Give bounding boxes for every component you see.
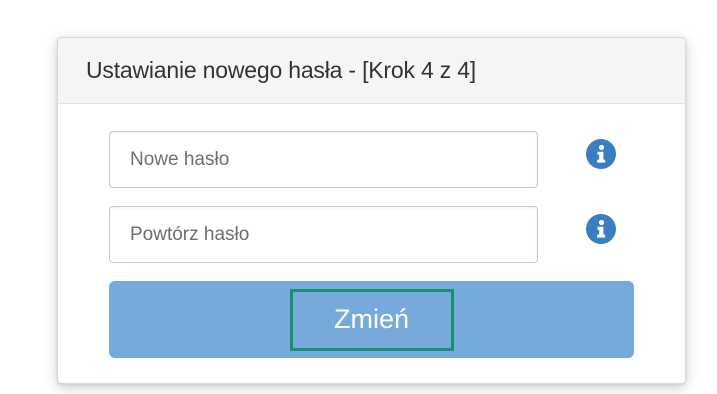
info-circle-icon[interactable] [586,139,616,169]
new-password-input[interactable] [109,131,538,188]
change-password-button-label: Zmień [289,288,454,351]
panel-header: Ustawianie nowego hasła - [Krok 4 z 4] [58,38,685,104]
new-password-row [109,131,679,188]
change-password-button[interactable]: Zmień [109,281,634,358]
panel-title: Ustawianie nowego hasła - [Krok 4 z 4] [86,57,476,83]
repeat-password-input[interactable] [109,206,538,263]
info-circle-icon[interactable] [586,214,616,244]
repeat-password-row [109,206,679,263]
set-new-password-panel: Ustawianie nowego hasła - [Krok 4 z 4] Z… [57,37,686,384]
page: Ustawianie nowego hasła - [Krok 4 z 4] Z… [0,0,717,394]
